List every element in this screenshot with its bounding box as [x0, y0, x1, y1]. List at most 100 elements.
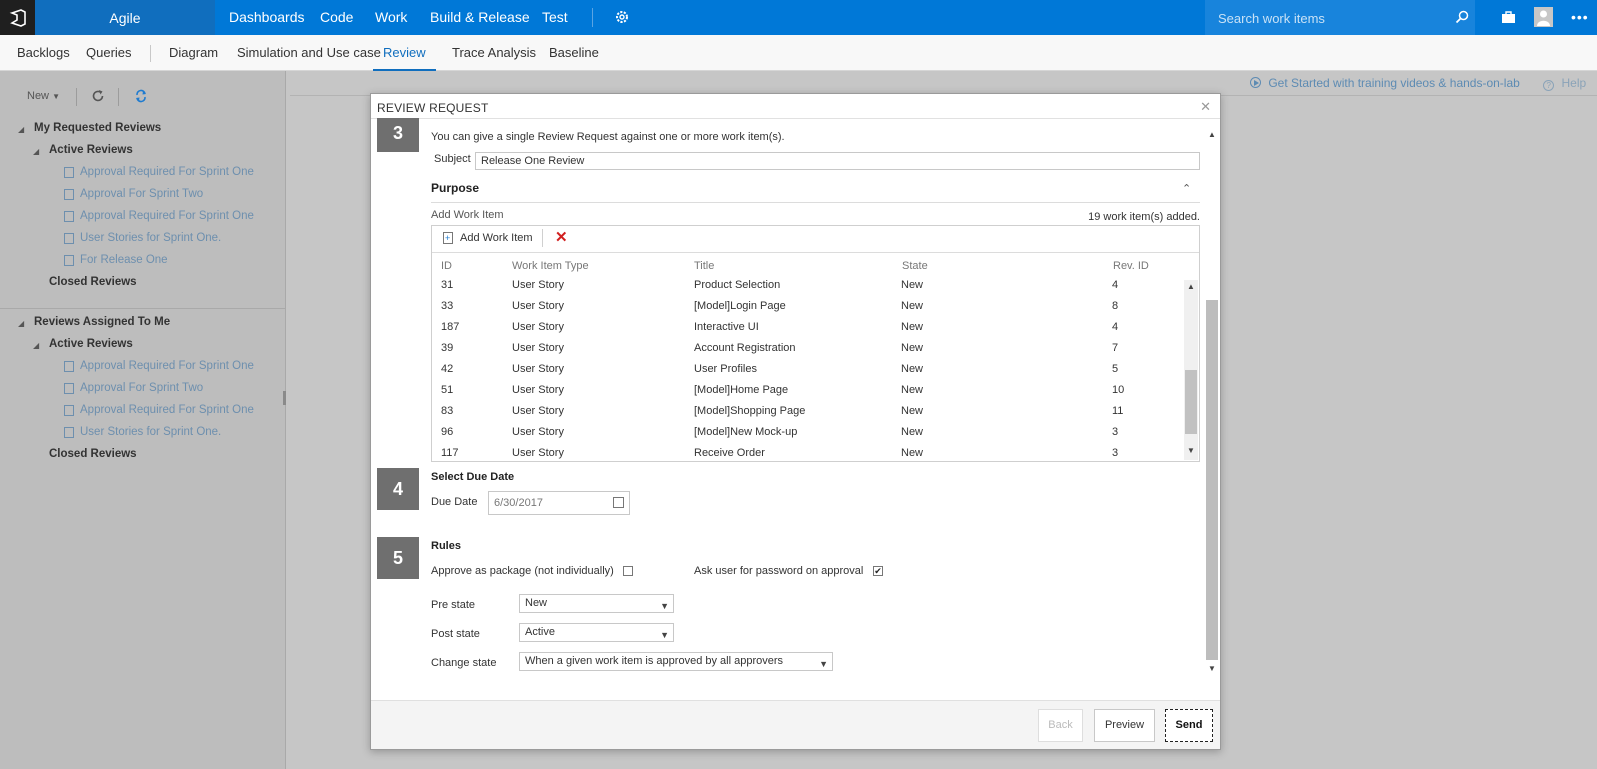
collapse-triangle-icon[interactable]: ◢: [33, 147, 39, 156]
get-started-link[interactable]: Get Started with training videos & hands…: [1268, 76, 1519, 90]
col-header-rev-id[interactable]: Rev. ID: [1113, 260, 1149, 272]
add-work-item-label: Add Work Item: [431, 209, 504, 221]
search-box[interactable]: [1205, 0, 1475, 35]
dialog-title: REVIEW REQUEST: [377, 101, 489, 115]
active-reviews-header[interactable]: Active Reviews: [49, 338, 133, 350]
scroll-down-arrow-icon[interactable]: ▼: [1187, 446, 1195, 455]
review-link[interactable]: User Stories for Sprint One.: [80, 426, 221, 438]
cell-rev-id: 8: [1112, 300, 1119, 312]
approve-package-checkbox[interactable]: [623, 566, 633, 576]
pre-state-value: New: [525, 597, 548, 609]
nav-build-release[interactable]: Build & Release: [430, 0, 530, 35]
refresh-icon[interactable]: [91, 89, 105, 106]
review-link[interactable]: User Stories for Sprint One.: [80, 232, 221, 244]
col-header-title[interactable]: Title: [694, 260, 714, 272]
search-icon[interactable]: [1455, 10, 1469, 27]
cell-rev-id: 4: [1112, 321, 1119, 333]
col-header-type[interactable]: Work Item Type: [512, 260, 589, 272]
calendar-icon[interactable]: [613, 497, 624, 508]
cell-type: User Story: [512, 405, 564, 417]
nav-code[interactable]: Code: [320, 0, 353, 35]
cell-type: User Story: [512, 426, 564, 438]
review-link[interactable]: Approval Required For Sprint One: [80, 210, 254, 222]
delete-x-icon[interactable]: ✕: [555, 228, 568, 246]
tab-backlogs[interactable]: Backlogs: [17, 35, 70, 71]
collapse-triangle-icon[interactable]: ◢: [33, 341, 39, 350]
change-state-select[interactable]: When a given work item is approved by al…: [519, 652, 833, 671]
review-doc-icon: [64, 211, 74, 222]
due-date-input[interactable]: 6/30/2017: [488, 491, 630, 515]
collapse-chevron-up-icon[interactable]: ⌃: [1182, 182, 1191, 195]
review-doc-icon: [64, 255, 74, 266]
tab-diagram[interactable]: Diagram: [169, 35, 218, 71]
tab-queries[interactable]: Queries: [86, 35, 132, 71]
closed-reviews-header[interactable]: Closed Reviews: [49, 448, 137, 460]
subnav-divider: [150, 45, 151, 62]
scroll-up-arrow-icon[interactable]: ▲: [1187, 282, 1195, 291]
post-state-value: Active: [525, 626, 555, 638]
review-link[interactable]: Approval For Sprint Two: [80, 188, 203, 200]
grid-scrollbar[interactable]: ▲ ▼: [1184, 280, 1198, 460]
ask-password-checkbox[interactable]: ✔: [873, 566, 883, 576]
closed-reviews-header[interactable]: Closed Reviews: [49, 276, 137, 288]
review-link[interactable]: Approval Required For Sprint One: [80, 166, 254, 178]
nav-work[interactable]: Work: [375, 0, 407, 35]
cell-type: User Story: [512, 384, 564, 396]
marketplace-bag-icon[interactable]: [1501, 10, 1516, 27]
add-work-item-button[interactable]: Add Work Item: [460, 232, 533, 244]
cell-title: Product Selection: [694, 279, 781, 291]
cell-rev-id: 10: [1112, 384, 1125, 396]
subject-label: Subject: [434, 153, 471, 165]
send-button[interactable]: Send: [1165, 709, 1213, 742]
active-reviews-header[interactable]: Active Reviews: [49, 144, 133, 156]
col-header-id[interactable]: ID: [441, 260, 452, 272]
reviews-assigned-header[interactable]: Reviews Assigned To Me: [34, 316, 170, 328]
review-link[interactable]: Approval Required For Sprint One: [80, 404, 254, 416]
collapse-triangle-icon[interactable]: ◢: [18, 319, 24, 328]
my-requested-reviews-header[interactable]: My Requested Reviews: [34, 122, 161, 134]
dialog-scroll-thumb[interactable]: [1206, 300, 1218, 660]
dialog-footer: Back Preview Send: [371, 700, 1220, 749]
settings-gear-icon[interactable]: [614, 9, 630, 28]
col-header-state[interactable]: State: [902, 260, 928, 272]
tab-trace-analysis[interactable]: Trace Analysis: [452, 35, 536, 71]
tab-baseline[interactable]: Baseline: [549, 35, 599, 71]
post-state-select[interactable]: Active ▼: [519, 623, 674, 642]
toolbar-divider: [76, 88, 77, 106]
review-link[interactable]: For Release One: [80, 254, 168, 266]
back-button[interactable]: Back: [1038, 709, 1083, 742]
close-icon[interactable]: ✕: [1200, 99, 1211, 115]
nav-test[interactable]: Test: [542, 0, 568, 35]
vsts-logo-icon[interactable]: [0, 0, 35, 35]
help-link[interactable]: Help: [1562, 76, 1587, 90]
pre-state-select[interactable]: New ▼: [519, 594, 674, 613]
review-link[interactable]: Approval For Sprint Two: [80, 382, 203, 394]
user-avatar-icon[interactable]: [1534, 7, 1553, 27]
dialog-scrollbar[interactable]: ▲ ▼: [1206, 127, 1218, 675]
toolbar-divider: [542, 229, 543, 247]
tab-simulation[interactable]: Simulation and Use case: [237, 35, 381, 71]
pane-splitter-handle[interactable]: [283, 391, 286, 405]
review-link[interactable]: Approval Required For Sprint One: [80, 360, 254, 372]
grid-scroll-thumb[interactable]: [1185, 370, 1197, 434]
tab-review[interactable]: Review: [373, 35, 436, 71]
due-date-section-title: Select Due Date: [431, 471, 515, 483]
project-name[interactable]: Agile: [35, 0, 215, 35]
more-options-icon[interactable]: •••: [1571, 9, 1589, 25]
due-date-value: 6/30/2017: [494, 497, 543, 509]
review-doc-icon: [64, 233, 74, 244]
add-document-icon[interactable]: +: [443, 232, 453, 244]
scroll-down-arrow-icon[interactable]: ▼: [1208, 664, 1216, 673]
cell-state: New: [901, 363, 924, 375]
search-input[interactable]: [1218, 9, 1438, 27]
sync-icon[interactable]: [134, 89, 148, 106]
scroll-up-arrow-icon[interactable]: ▲: [1208, 130, 1216, 139]
cell-id: 83: [441, 405, 454, 417]
review-doc-icon: [64, 189, 74, 200]
subject-input[interactable]: Release One Review: [475, 152, 1200, 170]
preview-button[interactable]: Preview: [1094, 709, 1155, 742]
collapse-triangle-icon[interactable]: ◢: [18, 125, 24, 134]
new-menu[interactable]: New ▼: [27, 90, 60, 102]
sub-navigation: Backlogs Queries Diagram Simulation and …: [0, 35, 1597, 71]
nav-dashboards[interactable]: Dashboards: [229, 0, 305, 35]
